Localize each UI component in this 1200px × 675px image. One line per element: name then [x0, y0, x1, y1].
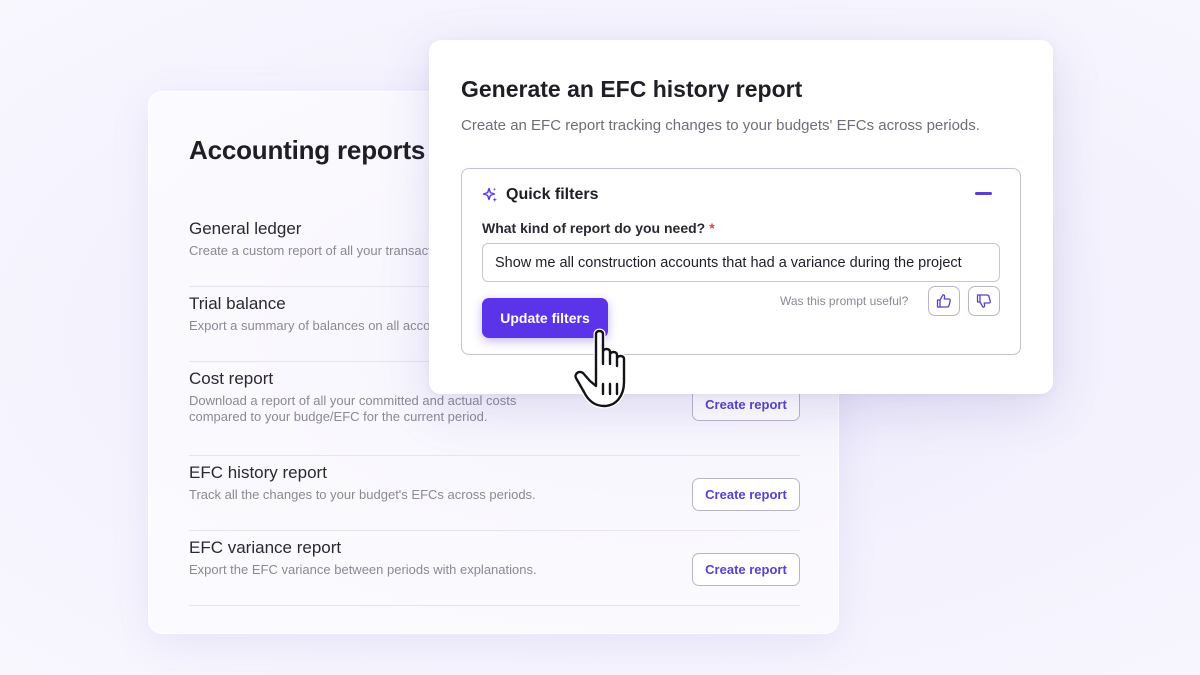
report-prompt-input[interactable] — [482, 243, 1000, 282]
feedback-question: Was this prompt useful? — [780, 294, 909, 308]
prompt-field-label: What kind of report do you need? * — [482, 220, 715, 236]
report-name: EFC history report — [189, 463, 327, 482]
modal-title: Generate an EFC history report — [461, 76, 803, 102]
create-report-button-efc-variance[interactable]: Create report — [692, 553, 800, 586]
report-name: General ledger — [189, 219, 302, 238]
thumbs-down-button[interactable] — [968, 286, 1000, 316]
required-mark: * — [709, 220, 715, 236]
efc-history-report-modal: Generate an EFC history report Create an… — [429, 40, 1053, 394]
report-row-efc-history: EFC history report Track all the changes… — [189, 456, 800, 531]
report-name: EFC variance report — [189, 538, 342, 557]
report-description: Download a report of all your committed … — [189, 393, 517, 424]
hand-pointer-icon — [573, 328, 627, 409]
report-name: Cost report — [189, 369, 274, 388]
prompt-field-label-text: What kind of report do you need? — [482, 220, 706, 236]
accounting-reports-title: Accounting reports — [189, 135, 426, 165]
modal-subtitle: Create an EFC report tracking changes to… — [461, 117, 980, 134]
quick-filters-title: Quick filters — [506, 186, 599, 203]
create-report-button-efc-history[interactable]: Create report — [692, 478, 800, 511]
thumbs-up-icon — [936, 294, 951, 308]
thumbs-down-icon — [976, 294, 991, 308]
report-description: Track all the changes to your budget's E… — [189, 487, 536, 502]
report-row-efc-variance: EFC variance report Export the EFC varia… — [189, 531, 800, 606]
report-name: Trial balance — [189, 294, 286, 313]
sparkle-icon — [482, 187, 497, 202]
minus-icon[interactable] — [975, 192, 992, 195]
quick-filters-panel: Quick filters What kind of report do you… — [461, 168, 1021, 355]
quick-filters-header: Quick filters — [482, 186, 598, 204]
report-description: Export the EFC variance between periods … — [189, 562, 537, 577]
thumbs-up-button[interactable] — [928, 286, 960, 316]
